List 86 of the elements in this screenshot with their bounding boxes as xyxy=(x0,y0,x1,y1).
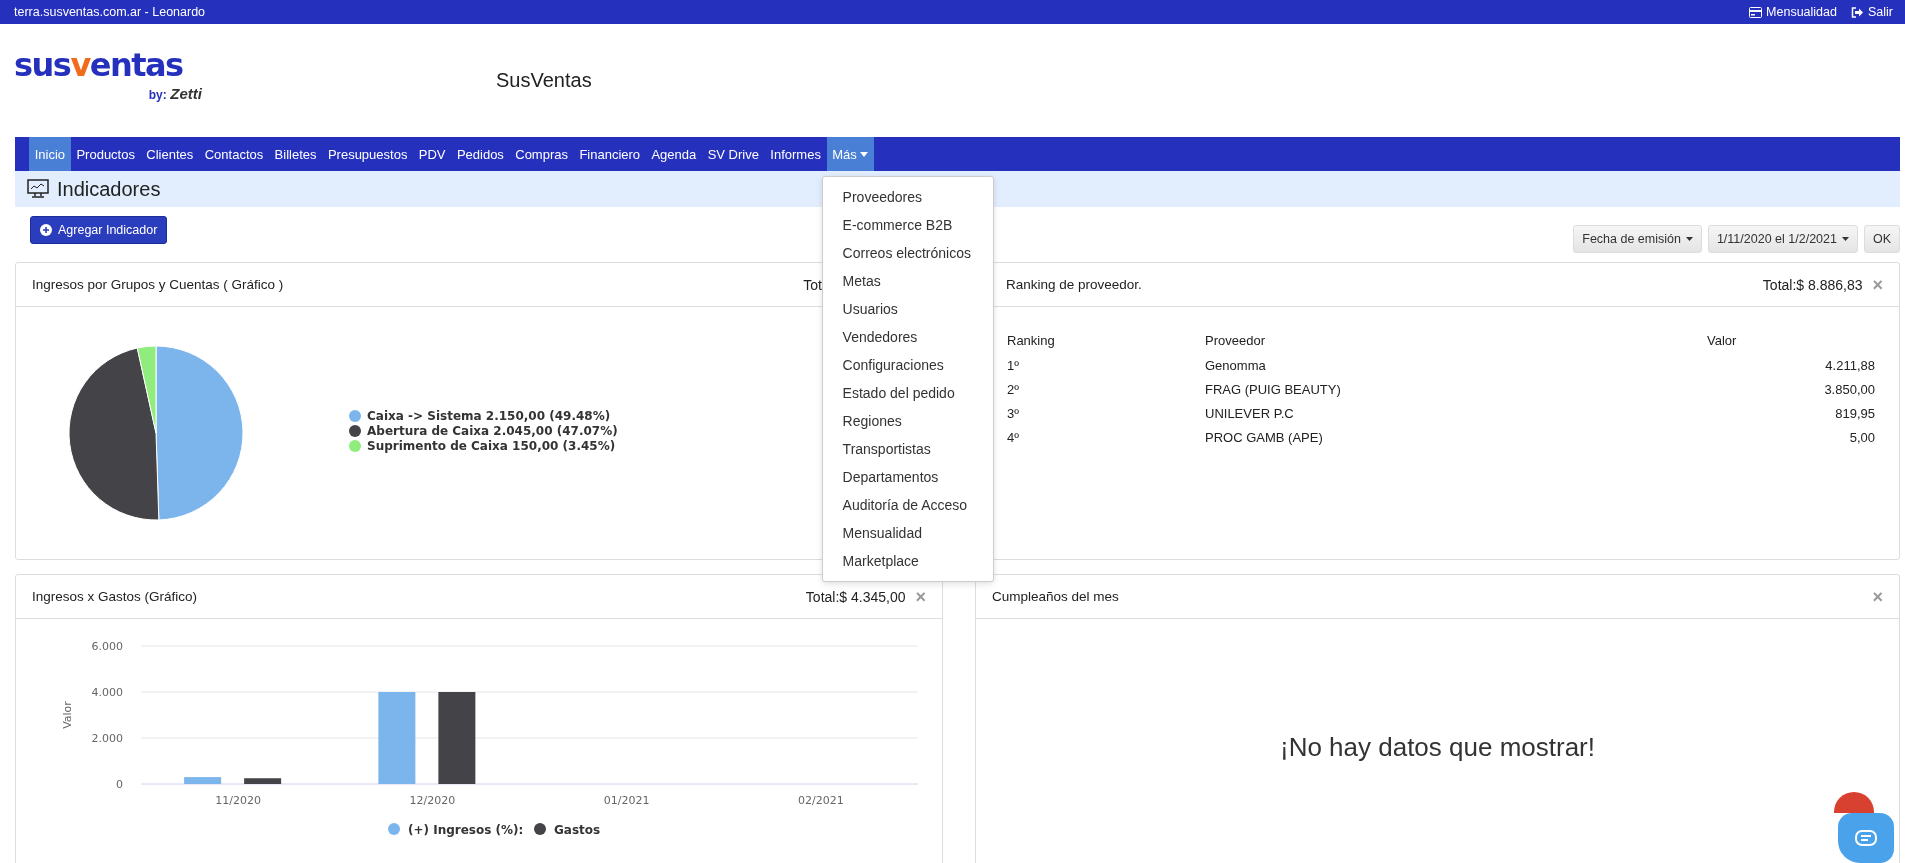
total-label: Tot xyxy=(803,276,822,293)
menu-item[interactable]: Usuarios xyxy=(822,295,993,323)
date-range-dropdown[interactable]: 1/11/2020 el 1/2/2021 xyxy=(1707,225,1858,253)
menu-item[interactable]: Correos electrónicos xyxy=(822,239,993,267)
add-fab-button[interactable] xyxy=(1834,792,1874,813)
axis-title: Valor xyxy=(61,701,74,729)
column-header: Valor xyxy=(1706,331,1738,350)
menu-item[interactable]: Vendedores xyxy=(822,323,993,351)
card-icon xyxy=(1749,6,1763,18)
menu-item[interactable]: E-commerce B2B xyxy=(822,211,993,239)
total-label: Total:$ 4.345,00 xyxy=(805,588,906,605)
empty-message: ¡No hay datos que mostrar! xyxy=(1279,731,1595,763)
card-title: Cumpleaños del mes xyxy=(992,589,1120,604)
nav-item[interactable]: Productos xyxy=(70,137,141,171)
table-cell-text: 4º xyxy=(1006,428,1020,447)
nav-item[interactable]: Inicio xyxy=(29,137,71,171)
nav-item[interactable]: Presupuestos xyxy=(322,137,414,171)
card-title: Ranking de proveedor. xyxy=(1006,277,1143,292)
plus-circle-icon xyxy=(40,224,52,236)
ok-button[interactable]: OK xyxy=(1863,225,1900,253)
column-header: Proveedor xyxy=(1204,331,1266,350)
legend-label[interactable]: Abertura de Caixa 2.045,00 (47.07%) xyxy=(367,423,618,438)
table-cell-text: Genomma xyxy=(1204,356,1267,375)
caret-icon xyxy=(1685,237,1693,241)
top-link[interactable]: Mensualidad xyxy=(1749,5,1837,19)
table-cell-text: UNILEVER P.C xyxy=(1204,404,1295,423)
menu-item[interactable]: Marketplace xyxy=(822,547,993,575)
caret-icon xyxy=(859,151,868,157)
axis-tick-label: 2.000 xyxy=(91,732,123,745)
caret-icon xyxy=(1841,237,1849,241)
menu-item[interactable]: Proveedores xyxy=(822,183,993,211)
monitor-chart-icon xyxy=(27,179,49,199)
legend-label[interactable]: (+) Ingresos (%): xyxy=(408,823,524,837)
date-type-dropdown[interactable]: Fecha de emisión xyxy=(1573,225,1702,253)
nav-item[interactable]: PDV xyxy=(413,137,452,171)
logo: susventas by: Zetti xyxy=(14,47,203,104)
nav-item[interactable]: Informes xyxy=(764,137,827,171)
table-cell-text: 5,00 xyxy=(1848,428,1876,447)
card-title: Ingresos x Gastos (Gráfico) xyxy=(32,589,199,604)
site-user-label: terra.susventas.com.ar - Leonardo xyxy=(14,5,206,19)
nav-item[interactable]: SV Drive xyxy=(701,137,765,171)
table-cell-text: 4.211,88 xyxy=(1824,356,1876,375)
nav-item[interactable]: Billetes xyxy=(268,137,323,171)
axis-tick-label: 12/2020 xyxy=(409,794,456,807)
nav-item[interactable]: Clientes xyxy=(140,137,199,171)
axis-tick-label: 4.000 xyxy=(91,686,123,699)
table-cell-text: 1º xyxy=(1006,356,1020,375)
menu-item[interactable]: Configuraciones xyxy=(822,351,993,379)
chat-icon xyxy=(1855,830,1877,846)
column-header: Ranking xyxy=(1006,331,1056,350)
axis-tick-label: 01/2021 xyxy=(603,794,650,807)
nav-item[interactable]: Contactos xyxy=(199,137,269,171)
table-cell-text: 3º xyxy=(1006,404,1020,423)
axis-tick-label: 11/2020 xyxy=(215,794,261,807)
menu-item[interactable]: Estado del pedido xyxy=(822,379,993,407)
add-indicator-button[interactable]: Agregar Indicador xyxy=(30,216,168,244)
legend-label[interactable]: Caixa -> Sistema 2.150,00 (49.48%) xyxy=(367,408,611,423)
table-cell-text: 819,95 xyxy=(1834,404,1876,423)
axis-tick-label: 02/2021 xyxy=(798,794,844,807)
menu-item[interactable]: Auditoría de Acceso xyxy=(822,491,993,519)
table-cell-text: PROC GAMB (APE) xyxy=(1204,428,1324,447)
chat-button[interactable] xyxy=(1838,813,1894,863)
bar xyxy=(184,777,222,784)
top-link[interactable]: Salir xyxy=(1851,5,1893,19)
legend-label[interactable]: Gastos xyxy=(554,823,601,837)
nav-item[interactable]: Agenda xyxy=(645,137,702,171)
total-label: Total:$ 8.886,83 xyxy=(1762,276,1863,293)
table-cell-text: 3.850,00 xyxy=(1823,380,1876,399)
page-title: Indicadores xyxy=(57,177,161,201)
menu-item[interactable]: Regiones xyxy=(822,407,993,435)
table-cell-text: 2º xyxy=(1006,380,1020,399)
exit-icon xyxy=(1851,6,1864,18)
axis-tick-label: 0 xyxy=(116,778,123,791)
menu-item[interactable]: Departamentos xyxy=(822,463,993,491)
nav-item[interactable]: Pedidos xyxy=(451,137,510,171)
menu-item[interactable]: Metas xyxy=(822,267,993,295)
card-title: Ingresos por Grupos y Cuentas ( Gráfico ) xyxy=(32,277,285,292)
nav-item[interactable]: Compras xyxy=(509,137,574,171)
menu-item[interactable]: Transportistas xyxy=(822,435,993,463)
nav-item[interactable]: Financiero xyxy=(573,137,646,171)
axis-tick-label: 6.000 xyxy=(91,640,123,653)
table-cell-text: FRAG (PUIG BEAUTY) xyxy=(1204,380,1342,399)
menu-item[interactable]: Mensualidad xyxy=(822,519,993,547)
bar xyxy=(244,778,282,784)
app-title: SusVentas xyxy=(496,69,592,92)
legend-label[interactable]: Suprimento de Caixa 150,00 (3.45%) xyxy=(367,438,616,453)
